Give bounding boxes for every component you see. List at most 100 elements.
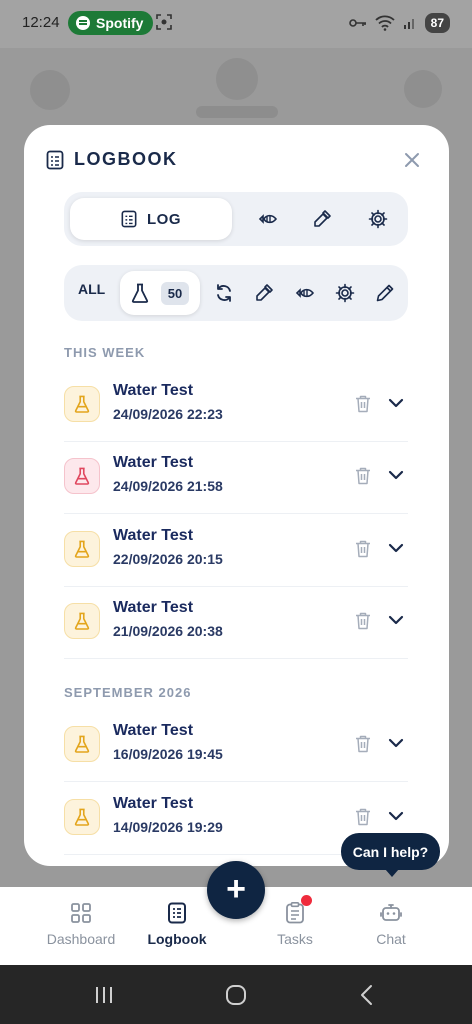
signal-icon	[403, 19, 414, 29]
nav-logbook-label: Logbook	[147, 931, 207, 947]
spotify-pill[interactable]: Spotify	[68, 11, 154, 35]
plus-icon: +	[226, 869, 246, 908]
entry-title: Water Test	[113, 454, 194, 471]
flask-icon	[74, 540, 90, 558]
gear-icon	[335, 283, 355, 303]
close-icon[interactable]	[403, 151, 421, 169]
chevron-down-icon[interactable]	[388, 810, 404, 822]
section-label: THIS WEEK	[64, 345, 146, 360]
background-action	[404, 70, 442, 108]
dropper-icon	[314, 210, 331, 227]
trash-icon[interactable]	[354, 611, 372, 631]
filter-notes[interactable]	[365, 273, 405, 313]
entry-title: Water Test	[113, 382, 194, 399]
chevron-down-icon[interactable]	[388, 542, 404, 554]
tab-log[interactable]: LOG	[70, 198, 232, 240]
wifi-icon	[375, 15, 395, 31]
entry-type-badge	[64, 726, 100, 762]
flask-icon	[74, 395, 90, 413]
background-avatar	[30, 70, 70, 110]
tab-fish[interactable]	[248, 199, 288, 239]
trash-icon[interactable]	[354, 539, 372, 559]
nav-chat[interactable]: Chat	[332, 887, 450, 965]
dropper-icon	[256, 284, 273, 301]
screen-capture-icon	[156, 14, 172, 30]
system-nav-bar	[0, 965, 472, 1024]
grid-icon	[71, 903, 91, 923]
list-item[interactable]: Water Test 24/09/2026 22:23	[64, 369, 408, 442]
nav-chat-label: Chat	[376, 931, 406, 947]
home-icon[interactable]	[224, 983, 248, 1007]
filter-water-tests[interactable]: 50	[120, 271, 200, 315]
entry-date: 14/09/2026 19:29	[113, 819, 223, 835]
filter-tabs: ALL 50	[64, 265, 408, 321]
back-icon[interactable]	[356, 983, 380, 1007]
battery-level: 87	[424, 13, 450, 33]
entry-title: Water Test	[113, 722, 194, 739]
chevron-down-icon[interactable]	[388, 614, 404, 626]
modal-title: LOGBOOK	[74, 149, 178, 169]
add-entry-button[interactable]: +	[207, 861, 265, 919]
list-item[interactable]: Water Test 21/09/2026 20:38	[64, 586, 408, 659]
nav-dashboard-label: Dashboard	[46, 931, 116, 947]
tab-log-label: LOG	[147, 210, 181, 228]
pencil-icon	[376, 284, 394, 302]
trash-icon[interactable]	[354, 807, 372, 827]
background-logo	[216, 58, 258, 100]
filter-maintenance[interactable]	[204, 273, 244, 313]
logbook-icon	[168, 902, 186, 924]
background-app-header	[0, 48, 472, 128]
entry-type-badge	[64, 799, 100, 835]
flask-icon	[74, 467, 90, 485]
list-item[interactable]: Water Test 22/09/2026 20:15	[64, 514, 408, 587]
trash-icon[interactable]	[354, 466, 372, 486]
list-item[interactable]: Water Test 24/09/2026 21:58	[64, 441, 408, 514]
entry-date: 24/09/2026 22:23	[113, 406, 223, 422]
flask-icon	[74, 612, 90, 630]
flask-icon	[74, 735, 90, 753]
trash-icon[interactable]	[354, 394, 372, 414]
entry-type-badge	[64, 531, 100, 567]
chevron-down-icon[interactable]	[388, 469, 404, 481]
entry-type-badge	[64, 458, 100, 494]
status-time: 12:24	[22, 14, 60, 31]
section-label: SEPTEMBER 2026	[64, 685, 192, 700]
flask-icon	[131, 283, 148, 303]
entry-date: 22/09/2026 20:15	[113, 551, 223, 567]
list-item[interactable]: Water Test 16/09/2026 19:45	[64, 709, 408, 782]
filter-equipment[interactable]	[325, 273, 365, 313]
entry-type-badge	[64, 386, 100, 422]
entry-title: Water Test	[113, 599, 194, 616]
spotify-pill-label: Spotify	[96, 15, 144, 31]
log-icon	[121, 210, 137, 228]
tab-dropper[interactable]	[302, 199, 342, 239]
robot-icon	[380, 904, 402, 921]
logbook-modal: LOGBOOK LOG ALL 50 THIS WEEK Water Test …	[24, 125, 449, 866]
help-chat-bubble[interactable]: Can I help?	[341, 833, 440, 877]
filter-livestock[interactable]	[285, 273, 325, 313]
spotify-icon	[76, 16, 90, 30]
filter-dosing[interactable]	[244, 273, 284, 313]
filter-count-badge: 50	[160, 281, 190, 305]
view-tabs: LOG	[64, 192, 408, 246]
entry-type-badge	[64, 603, 100, 639]
entry-date: 16/09/2026 19:45	[113, 746, 223, 762]
key-icon	[348, 19, 366, 27]
nav-tasks-label: Tasks	[277, 931, 313, 947]
filter-all[interactable]: ALL	[78, 281, 105, 297]
recent-apps-icon[interactable]	[92, 983, 116, 1007]
tab-settings[interactable]	[358, 199, 398, 239]
status-icons: 87	[348, 13, 450, 33]
modal-header: LOGBOOK	[46, 149, 178, 170]
background-title	[196, 106, 278, 118]
gear-icon	[368, 209, 388, 229]
entry-date: 24/09/2026 21:58	[113, 478, 223, 494]
refresh-icon	[217, 284, 231, 302]
entry-date: 21/09/2026 20:38	[113, 623, 223, 639]
trash-icon[interactable]	[354, 734, 372, 754]
logbook-icon	[46, 150, 64, 169]
chevron-down-icon[interactable]	[388, 737, 404, 749]
entry-title: Water Test	[113, 795, 194, 812]
chevron-down-icon[interactable]	[388, 397, 404, 409]
entry-title: Water Test	[113, 527, 194, 544]
